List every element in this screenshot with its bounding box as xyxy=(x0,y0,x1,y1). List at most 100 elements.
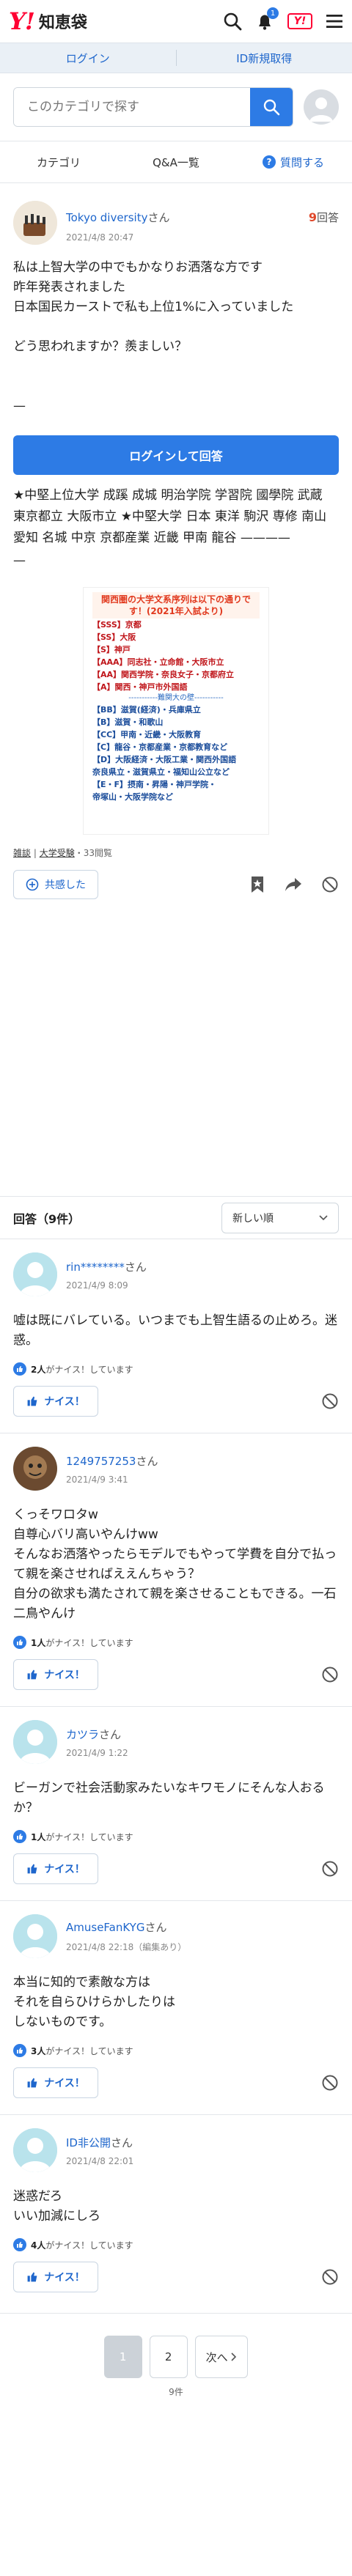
logo-text: 知恵袋 xyxy=(38,14,87,32)
nice-button[interactable]: ナイス！ xyxy=(13,1853,98,1884)
image-line: 帝塚山・大阪学院など xyxy=(92,792,173,802)
answer-user[interactable]: 1249757253さん xyxy=(66,1453,158,1469)
answer-user-name: 1249757253 xyxy=(66,1454,136,1468)
answer-user[interactable]: rin********さん xyxy=(66,1259,147,1274)
next-page-button[interactable]: 次へ xyxy=(194,2336,249,2378)
thumbs-up-icon xyxy=(27,1864,37,1874)
page-2[interactable]: 2 xyxy=(149,2336,188,2378)
search-button[interactable] xyxy=(250,88,293,126)
answer-user[interactable]: AmuseFanKYGさん xyxy=(66,1919,186,1935)
search-icon xyxy=(263,99,280,116)
answer-item: rin********さん 2021/4/9 8:09 嘘は既にバレている。いつまで… xyxy=(0,1239,352,1433)
thumbs-up-icon xyxy=(13,1362,26,1376)
answer-count: 9回答 xyxy=(309,210,339,225)
bookmark-icon[interactable] xyxy=(249,876,265,893)
nav-ask[interactable]: ? 質問する xyxy=(235,155,352,170)
sort-select[interactable]: 新しい順 xyxy=(221,1202,339,1233)
nice-button[interactable]: ナイス！ xyxy=(13,2067,98,2098)
nav-ask-label: 質問する xyxy=(279,155,324,169)
answer-avatar[interactable] xyxy=(13,1914,57,1958)
question: Tokyo diversityさん 2021/4/8 20:47 9回答 私は上… xyxy=(0,183,352,416)
answer-avatar[interactable] xyxy=(13,2128,57,2172)
page-1[interactable]: 1 xyxy=(103,2336,142,2378)
question-body: 私は上智大学の中でもかなりお洒落な方です 昨年発表されました 日本国民カーストで… xyxy=(13,260,294,413)
search-icon[interactable] xyxy=(223,12,242,31)
chevron-right-icon xyxy=(231,2352,237,2361)
yahoo-japan-icon[interactable]: Y! xyxy=(287,13,312,29)
answer-body: 嘘は既にバレている。いつまでも上智生語るの止めろ。迷惑。 xyxy=(13,1313,337,1348)
login-to-answer-button[interactable]: ログインして回答 xyxy=(13,435,339,475)
empathy-button[interactable]: 共感した xyxy=(13,870,98,899)
image-line: 【D】大阪経済・大阪工業・関西外国語 xyxy=(92,755,237,764)
image-line: 【S】神戸 xyxy=(92,645,131,654)
answer-user-suffix: さん xyxy=(110,2136,133,2149)
block-icon[interactable] xyxy=(321,876,339,893)
image-line: 【C】龍谷・京都産業・京都教育など xyxy=(92,742,228,752)
nice-count: 3人がナイス！しています xyxy=(13,2044,339,2057)
register-link[interactable]: ID新規取得 xyxy=(177,51,352,66)
blank-area xyxy=(0,901,352,1196)
block-icon[interactable] xyxy=(321,1666,339,1683)
answer-user-suffix: さん xyxy=(99,1727,122,1741)
nice-button[interactable]: ナイス！ xyxy=(13,1386,98,1417)
answer-user[interactable]: ID非公開さん xyxy=(66,2135,133,2150)
image-lines: 【SSS】京都 【SS】大阪 【S】神戸 【AAA】同志社・立命館・大阪市立 【AA】関… xyxy=(92,619,260,803)
nice-count-text: がナイス！しています xyxy=(45,1831,133,1842)
answer-user[interactable]: カツラさん xyxy=(66,1727,128,1742)
login-link[interactable]: ログイン xyxy=(0,51,176,66)
question-user[interactable]: Tokyo diversityさん xyxy=(66,210,169,225)
nice-count: 1人がナイス！しています xyxy=(13,1830,339,1843)
image-line: 【SS】大阪 xyxy=(92,632,136,642)
nice-button[interactable]: ナイス！ xyxy=(13,2262,98,2292)
thumbs-up-icon xyxy=(27,1669,37,1680)
image-line: 奈良県立・滋賀県立・福知山公立など xyxy=(92,767,230,777)
answer-avatar[interactable] xyxy=(13,1447,57,1491)
answer-avatar[interactable] xyxy=(13,1720,57,1764)
answer-date: 2021/4/9 3:41 xyxy=(66,1474,128,1485)
nice-count: 1人がナイス！しています xyxy=(13,1636,339,1649)
block-icon[interactable] xyxy=(321,2074,339,2092)
question-body-continued: ★中堅上位大学 成蹊 成城 明治学院 学習院 國學院 武蔵 東京都立 大阪市立 … xyxy=(13,488,327,545)
nice-count-number: 4人 xyxy=(31,2240,46,2251)
user-avatar[interactable] xyxy=(304,89,339,125)
answer-user-name: カツラ xyxy=(66,1727,100,1741)
answer-user-name: ID非公開 xyxy=(66,2136,111,2149)
question-actions: 共感した xyxy=(0,868,352,901)
question-body-continued-2: — xyxy=(13,553,26,568)
nav-bar: カテゴリ Q&A一覧 ? 質問する xyxy=(0,141,352,183)
answer-avatar[interactable] xyxy=(13,1252,57,1296)
yahoo-chiebukuro-logo[interactable]: Y! 知恵袋 xyxy=(9,7,87,35)
question-tags: 雑談 | 大学受験・33閲覧 xyxy=(13,848,112,858)
block-icon[interactable] xyxy=(321,1860,339,1878)
nice-button[interactable]: ナイス！ xyxy=(13,1659,98,1690)
image-line: 【B】滋賀・和歌山 xyxy=(92,717,164,727)
search-box xyxy=(13,87,293,127)
image-line: 【SSS】京都 xyxy=(92,620,142,630)
search-input[interactable] xyxy=(14,88,250,126)
nice-count: 2人がナイス！しています xyxy=(13,1362,339,1376)
answer-body: 本当に知的で素敵な方は それを自らひけらかしたりは しないものです。 xyxy=(13,1975,175,2029)
question-mark-icon: ? xyxy=(262,155,276,169)
answer-date: 2021/4/8 22:18（編集あり） xyxy=(66,1942,187,1952)
nice-button-label: ナイス！ xyxy=(44,1864,85,1875)
question-image[interactable]: 関西圏の大学文系序列は以下の通りです！(2021年入試より) 【SSS】京都 【S… xyxy=(83,587,269,835)
tag-category[interactable]: 雑談 xyxy=(13,848,31,858)
nav-qa-list[interactable]: Q&A一覧 xyxy=(117,155,235,170)
nice-count-number: 3人 xyxy=(31,2045,46,2056)
block-icon[interactable] xyxy=(321,2268,339,2286)
share-arrow-icon[interactable] xyxy=(285,876,302,893)
nav-category[interactable]: カテゴリ xyxy=(0,155,117,170)
nice-button-label: ナイス！ xyxy=(44,2272,85,2284)
block-icon[interactable] xyxy=(321,1392,339,1410)
answer-body: 迷惑だろ いい加減にしろ xyxy=(13,2189,100,2223)
nice-button-label: ナイス！ xyxy=(44,2078,85,2089)
image-line: -----------難関大の壁----------- xyxy=(128,694,224,702)
view-count: ・33閲覧 xyxy=(74,848,112,858)
menu-icon[interactable] xyxy=(326,13,343,29)
question-avatar[interactable] xyxy=(13,201,57,245)
tag-category[interactable]: 大学受験 xyxy=(40,848,75,858)
answer-user-suffix: さん xyxy=(124,1260,147,1274)
bell-icon[interactable]: 1 xyxy=(255,7,279,31)
image-line: 【E・F】摂南・昇陽・神戸学院・ xyxy=(92,780,217,789)
answer-date: 2021/4/8 22:01 xyxy=(66,2155,134,2166)
